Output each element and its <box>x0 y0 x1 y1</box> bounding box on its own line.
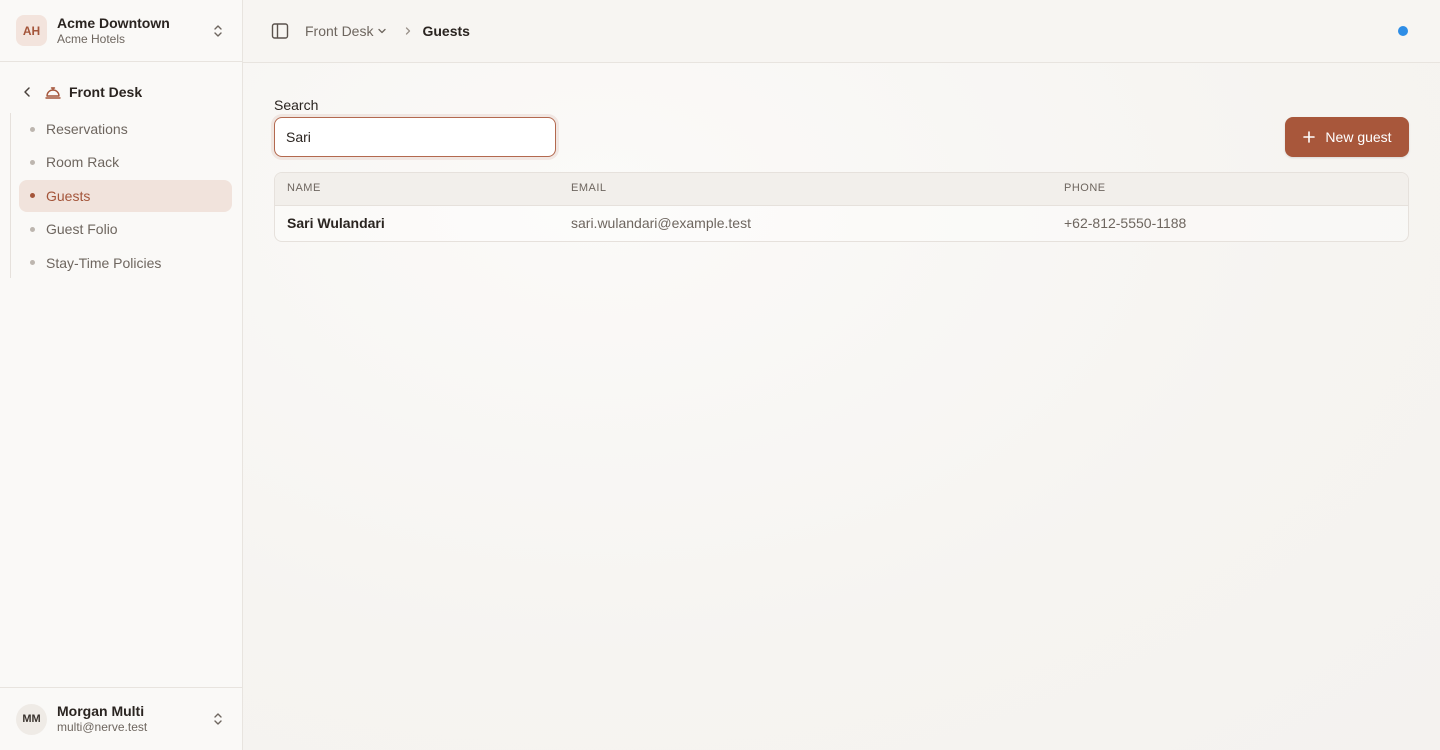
chevron-right-icon <box>406 27 411 35</box>
user-email: multi@nerve.test <box>57 720 148 734</box>
breadcrumb-parent-label: Front Desk <box>305 23 374 39</box>
table-header: NAME EMAIL PHONE <box>275 173 1408 206</box>
topbar: Front Desk Guests <box>243 0 1440 63</box>
sidebar-item-reservations[interactable]: Reservations <box>19 113 232 145</box>
org-subtitle: Acme Hotels <box>57 31 126 46</box>
status-dot <box>1398 26 1408 36</box>
column-header-phone[interactable]: PHONE <box>1064 182 1106 194</box>
breadcrumb-parent[interactable]: Front Desk <box>305 23 388 39</box>
user-switcher[interactable]: MM Morgan Multi multi@nerve.test <box>0 687 242 750</box>
bullet-icon <box>30 126 35 132</box>
guest-name-cell: Sari Wulandari <box>287 215 385 231</box>
chevron-left-icon[interactable] <box>20 85 34 99</box>
org-name: Acme Downtown <box>57 14 170 31</box>
sidebar-item-stay-time-policies[interactable]: Stay-Time Policies <box>19 247 232 279</box>
nav-rail <box>10 113 11 278</box>
breadcrumb-current: Guests <box>422 23 470 39</box>
section-header: Front Desk <box>20 80 142 104</box>
section-title: Front Desk <box>69 84 143 100</box>
org-text: Acme Downtown Acme Hotels <box>57 15 210 47</box>
sidebar-item-label: Stay-Time Policies <box>46 254 162 271</box>
new-guest-label: New guest <box>1325 129 1392 145</box>
sidebar-item-label: Reservations <box>46 121 128 137</box>
bullet-icon <box>30 226 35 232</box>
search-input[interactable] <box>274 117 556 157</box>
sidebar-item-room-rack[interactable]: Room Rack <box>19 146 232 178</box>
guests-table: NAME EMAIL PHONE Sari Wulandari sari.wul… <box>274 172 1409 242</box>
user-text: Morgan Multi multi@nerve.test <box>57 703 210 735</box>
avatar: MM <box>16 703 47 735</box>
column-header-email[interactable]: EMAIL <box>571 182 607 194</box>
guest-email-cell: sari.wulandari@example.test <box>571 215 751 231</box>
chevron-down-icon <box>378 28 387 34</box>
new-guest-button[interactable]: New guest <box>1285 117 1409 157</box>
org-switcher[interactable]: AH Acme Downtown Acme Hotels <box>0 0 242 62</box>
user-name: Morgan Multi <box>57 703 145 719</box>
bullet-icon <box>30 193 35 199</box>
chevrons-up-down-icon <box>214 713 222 725</box>
chevrons-up-down-icon <box>214 24 222 37</box>
guest-phone-cell: +62-812-5550-1188 <box>1064 215 1187 231</box>
table-row[interactable]: Sari Wulandari sari.wulandari@example.te… <box>275 206 1408 241</box>
sidebar-item-label: Room Rack <box>46 154 120 171</box>
sidebar-nav: Reservations Room Rack Guests Guest Foli… <box>19 113 232 280</box>
column-header-name[interactable]: NAME <box>287 182 321 194</box>
sidebar-item-guests[interactable]: Guests <box>19 179 232 212</box>
main-content: Search New guest NAME EMAIL PHONE Sari W… <box>243 63 1440 750</box>
search-label: Search <box>274 97 319 113</box>
bullet-icon <box>30 159 35 165</box>
sidebar-item-label: Guests <box>46 187 91 204</box>
sidebar-item-label: Guest Folio <box>46 221 118 238</box>
sidebar-toggle-icon[interactable] <box>270 21 290 41</box>
sidebar-item-guest-folio[interactable]: Guest Folio <box>19 213 232 245</box>
bullet-icon <box>30 260 35 266</box>
plus-icon <box>1303 131 1316 143</box>
org-avatar: AH <box>16 15 47 46</box>
concierge-bell-icon <box>45 87 61 99</box>
sidebar: AH Acme Downtown Acme Hotels Front Desk … <box>0 0 243 750</box>
